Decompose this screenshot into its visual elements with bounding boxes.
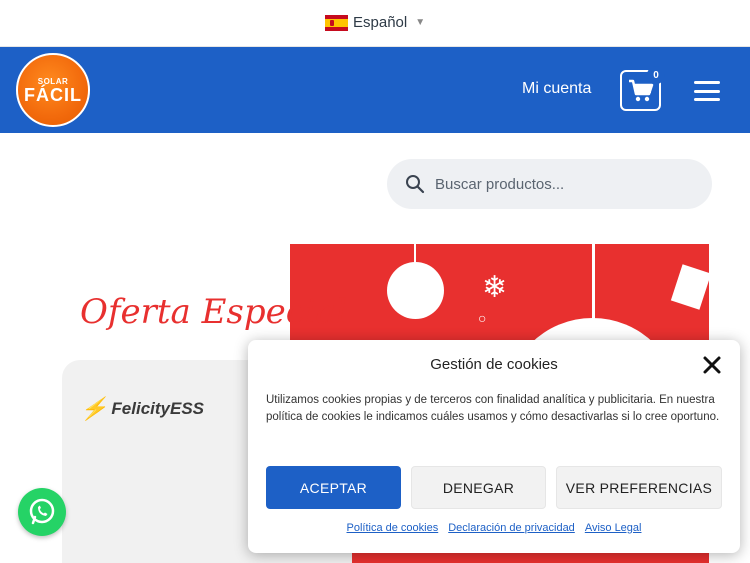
privacy-statement-link[interactable]: Declaración de privacidad (448, 522, 575, 534)
site-logo[interactable]: SOLAR FÁCIL (16, 53, 90, 127)
snowflake-small-icon: ○ (478, 310, 487, 326)
my-account-link[interactable]: Mi cuenta (522, 80, 591, 98)
language-bar: Español ▼ (0, 0, 750, 47)
site-header: SOLAR FÁCIL Mi cuenta 0 (0, 47, 750, 133)
menu-icon[interactable] (694, 81, 720, 101)
search-input[interactable] (435, 175, 685, 193)
cookie-dialog-text: Utilizamos cookies propias y de terceros… (266, 394, 720, 423)
ornament-string-big (592, 244, 595, 320)
product-search (387, 159, 712, 209)
accept-button[interactable]: ACEPTAR (266, 466, 401, 509)
snowflake-icon: ❄ (482, 271, 508, 304)
logo-line2: FÁCIL (24, 84, 82, 105)
cookie-policy-link[interactable]: Política de cookies (347, 522, 439, 534)
cookie-dialog-title: Gestión de cookies (430, 356, 558, 373)
brand-mark-icon: ⚡ (80, 396, 108, 421)
whatsapp-button[interactable] (18, 488, 66, 536)
whatsapp-icon (29, 498, 55, 525)
close-icon[interactable] (702, 355, 722, 375)
brand-text: FelicityESS (111, 399, 205, 418)
language-label: Español (353, 14, 408, 31)
language-switcher[interactable]: Español ▼ (325, 14, 425, 31)
deny-button[interactable]: DENEGAR (411, 466, 546, 509)
ornament-string-left (414, 244, 416, 264)
view-preferences-button[interactable]: VER PREFERENCIAS (556, 466, 722, 509)
cookie-dialog: Gestión de cookies Utilizamos cookies pr… (248, 340, 740, 553)
ornament-left (387, 262, 444, 319)
brand-logo: ⚡ FelicityESS (80, 396, 204, 422)
offer-title: Oferta Especial (80, 292, 347, 332)
legal-notice-link[interactable]: Aviso Legal (585, 522, 642, 534)
caret-down-icon: ▼ (415, 17, 426, 28)
cart-count-badge: 0 (647, 66, 665, 84)
cookie-links: Política de cookies Declaración de priva… (248, 522, 740, 534)
search-icon[interactable] (405, 174, 425, 194)
spain-flag-icon (325, 14, 348, 31)
